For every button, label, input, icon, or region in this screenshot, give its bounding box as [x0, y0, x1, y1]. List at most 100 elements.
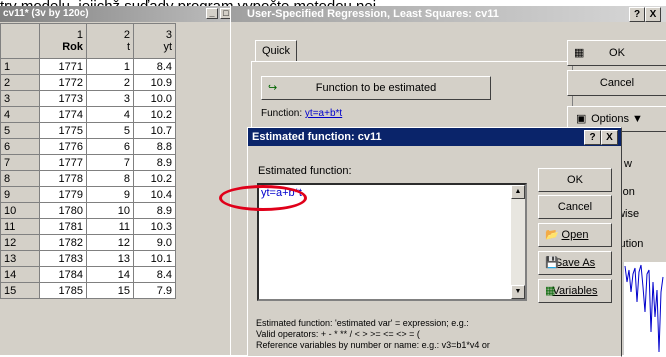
scroll-up-icon[interactable]: ▲: [511, 185, 525, 199]
table-cell[interactable]: 9.0: [133, 234, 176, 251]
table-cell[interactable]: 10.0: [133, 90, 176, 107]
row-header[interactable]: 11: [0, 218, 40, 235]
function-label: Function: yt=a+b*t: [261, 108, 343, 119]
table-cell[interactable]: 6: [86, 138, 134, 155]
table-cell[interactable]: 1779: [39, 186, 87, 203]
data-grid[interactable]: 1 Rok 2t 3 yt 1 1771 1 8.4 2 1772 2 10.9 3 1773 3 10.…: [0, 23, 176, 299]
table-cell[interactable]: 3: [86, 90, 134, 107]
table-cell[interactable]: 1778: [39, 170, 87, 187]
table-row[interactable]: 8 1778 8 10.2: [0, 170, 176, 187]
function-to-be-estimated-button[interactable]: ↪ Function to be estimated: [261, 76, 491, 100]
table-row[interactable]: 5 1775 5 10.7: [0, 122, 176, 139]
row-header[interactable]: 2: [0, 74, 40, 91]
table-cell[interactable]: 12: [86, 234, 134, 251]
table-cell[interactable]: 14: [86, 266, 134, 283]
table-cell[interactable]: 2: [86, 74, 134, 91]
table-cell[interactable]: 10.1: [133, 250, 176, 267]
row-header[interactable]: 13: [0, 250, 40, 267]
column-header[interactable]: 2t: [86, 23, 134, 59]
spreadsheet-title-bar: cv11* (3v by 120c) _ □: [0, 6, 242, 22]
cancel-button[interactable]: Cancel: [538, 195, 612, 219]
table-row[interactable]: 6 1776 6 8.8: [0, 138, 176, 155]
tab-quick[interactable]: Quick: [255, 40, 297, 61]
table-cell[interactable]: 7: [86, 154, 134, 171]
ok-button[interactable]: OK: [538, 168, 612, 192]
grid-icon: ▦: [574, 47, 585, 59]
table-cell[interactable]: 10.3: [133, 218, 176, 235]
cancel-button[interactable]: Cancel: [567, 70, 666, 96]
table-cell[interactable]: 1780: [39, 202, 87, 219]
row-header[interactable]: 7: [0, 154, 40, 171]
table-cell[interactable]: 1774: [39, 106, 87, 123]
table-cell[interactable]: 1777: [39, 154, 87, 171]
table-row[interactable]: 14 1784 14 8.4: [0, 266, 176, 283]
column-header[interactable]: 3 yt: [133, 23, 176, 59]
table-row[interactable]: 15 1785 15 7.9: [0, 282, 176, 299]
table-cell[interactable]: 10.2: [133, 170, 176, 187]
row-header[interactable]: 5: [0, 122, 40, 139]
table-cell[interactable]: 8.4: [133, 266, 176, 283]
row-header[interactable]: 3: [0, 90, 40, 107]
table-cell[interactable]: 7.9: [133, 282, 176, 299]
table-cell[interactable]: 1775: [39, 122, 87, 139]
table-cell[interactable]: 10.4: [133, 186, 176, 203]
table-cell[interactable]: 10: [86, 202, 134, 219]
row-header[interactable]: 4: [0, 106, 40, 123]
table-row[interactable]: 3 1773 3 10.0: [0, 90, 176, 107]
table-cell[interactable]: 1776: [39, 138, 87, 155]
table-row[interactable]: 1 1771 1 8.4: [0, 58, 176, 75]
help-button[interactable]: ?: [584, 130, 601, 145]
help-button[interactable]: ?: [629, 7, 645, 22]
minimize-button[interactable]: _: [206, 8, 218, 19]
table-cell[interactable]: 1773: [39, 90, 87, 107]
table-cell[interactable]: 10.7: [133, 122, 176, 139]
row-header[interactable]: 9: [0, 186, 40, 203]
table-row[interactable]: 2 1772 2 10.9: [0, 74, 176, 91]
row-header[interactable]: 1: [0, 58, 40, 75]
variables-button[interactable]: ▦ Variables: [538, 279, 612, 303]
row-header[interactable]: 15: [0, 282, 40, 299]
row-header[interactable]: 6: [0, 138, 40, 155]
table-cell[interactable]: 8.8: [133, 138, 176, 155]
ok-button[interactable]: ▦ OK: [567, 40, 666, 66]
table-row[interactable]: 4 1774 4 10.2: [0, 106, 176, 123]
row-header[interactable]: 10: [0, 202, 40, 219]
table-cell[interactable]: 11: [86, 218, 134, 235]
table-cell[interactable]: 1771: [39, 58, 87, 75]
row-header[interactable]: 8: [0, 170, 40, 187]
table-row[interactable]: 9 1779 9 10.4: [0, 186, 176, 203]
column-header[interactable]: 1 Rok: [39, 23, 87, 59]
open-button[interactable]: 📂 Open: [538, 223, 612, 247]
table-cell[interactable]: 1783: [39, 250, 87, 267]
table-cell[interactable]: 1: [86, 58, 134, 75]
table-row[interactable]: 7 1777 7 8.9: [0, 154, 176, 171]
table-cell[interactable]: 8.9: [133, 154, 176, 171]
table-cell[interactable]: 15: [86, 282, 134, 299]
table-cell[interactable]: 4: [86, 106, 134, 123]
table-row[interactable]: 10 1780 10 8.9: [0, 202, 176, 219]
table-cell[interactable]: 9: [86, 186, 134, 203]
table-cell[interactable]: 8: [86, 170, 134, 187]
table-cell[interactable]: 1781: [39, 218, 87, 235]
vertical-scrollbar[interactable]: ▲ ▼: [511, 185, 525, 299]
table-cell[interactable]: 8.4: [133, 58, 176, 75]
table-cell[interactable]: 5: [86, 122, 134, 139]
row-header[interactable]: 14: [0, 266, 40, 283]
table-cell[interactable]: 1772: [39, 74, 87, 91]
close-button[interactable]: X: [601, 130, 618, 145]
scroll-down-icon[interactable]: ▼: [511, 285, 525, 299]
table-cell[interactable]: 1784: [39, 266, 87, 283]
table-cell[interactable]: 1782: [39, 234, 87, 251]
table-cell[interactable]: 8.9: [133, 202, 176, 219]
table-row[interactable]: 12 1782 12 9.0: [0, 234, 176, 251]
save-as-button[interactable]: 💾 Save As: [538, 251, 612, 275]
row-header[interactable]: 12: [0, 234, 40, 251]
table-row[interactable]: 13 1783 13 10.1: [0, 250, 176, 267]
table-cell[interactable]: 10.9: [133, 74, 176, 91]
estimated-function-label: Estimated function:: [258, 165, 352, 177]
table-cell[interactable]: 13: [86, 250, 134, 267]
close-button[interactable]: X: [645, 7, 661, 22]
table-row[interactable]: 11 1781 11 10.3: [0, 218, 176, 235]
table-cell[interactable]: 10.2: [133, 106, 176, 123]
table-cell[interactable]: 1785: [39, 282, 87, 299]
